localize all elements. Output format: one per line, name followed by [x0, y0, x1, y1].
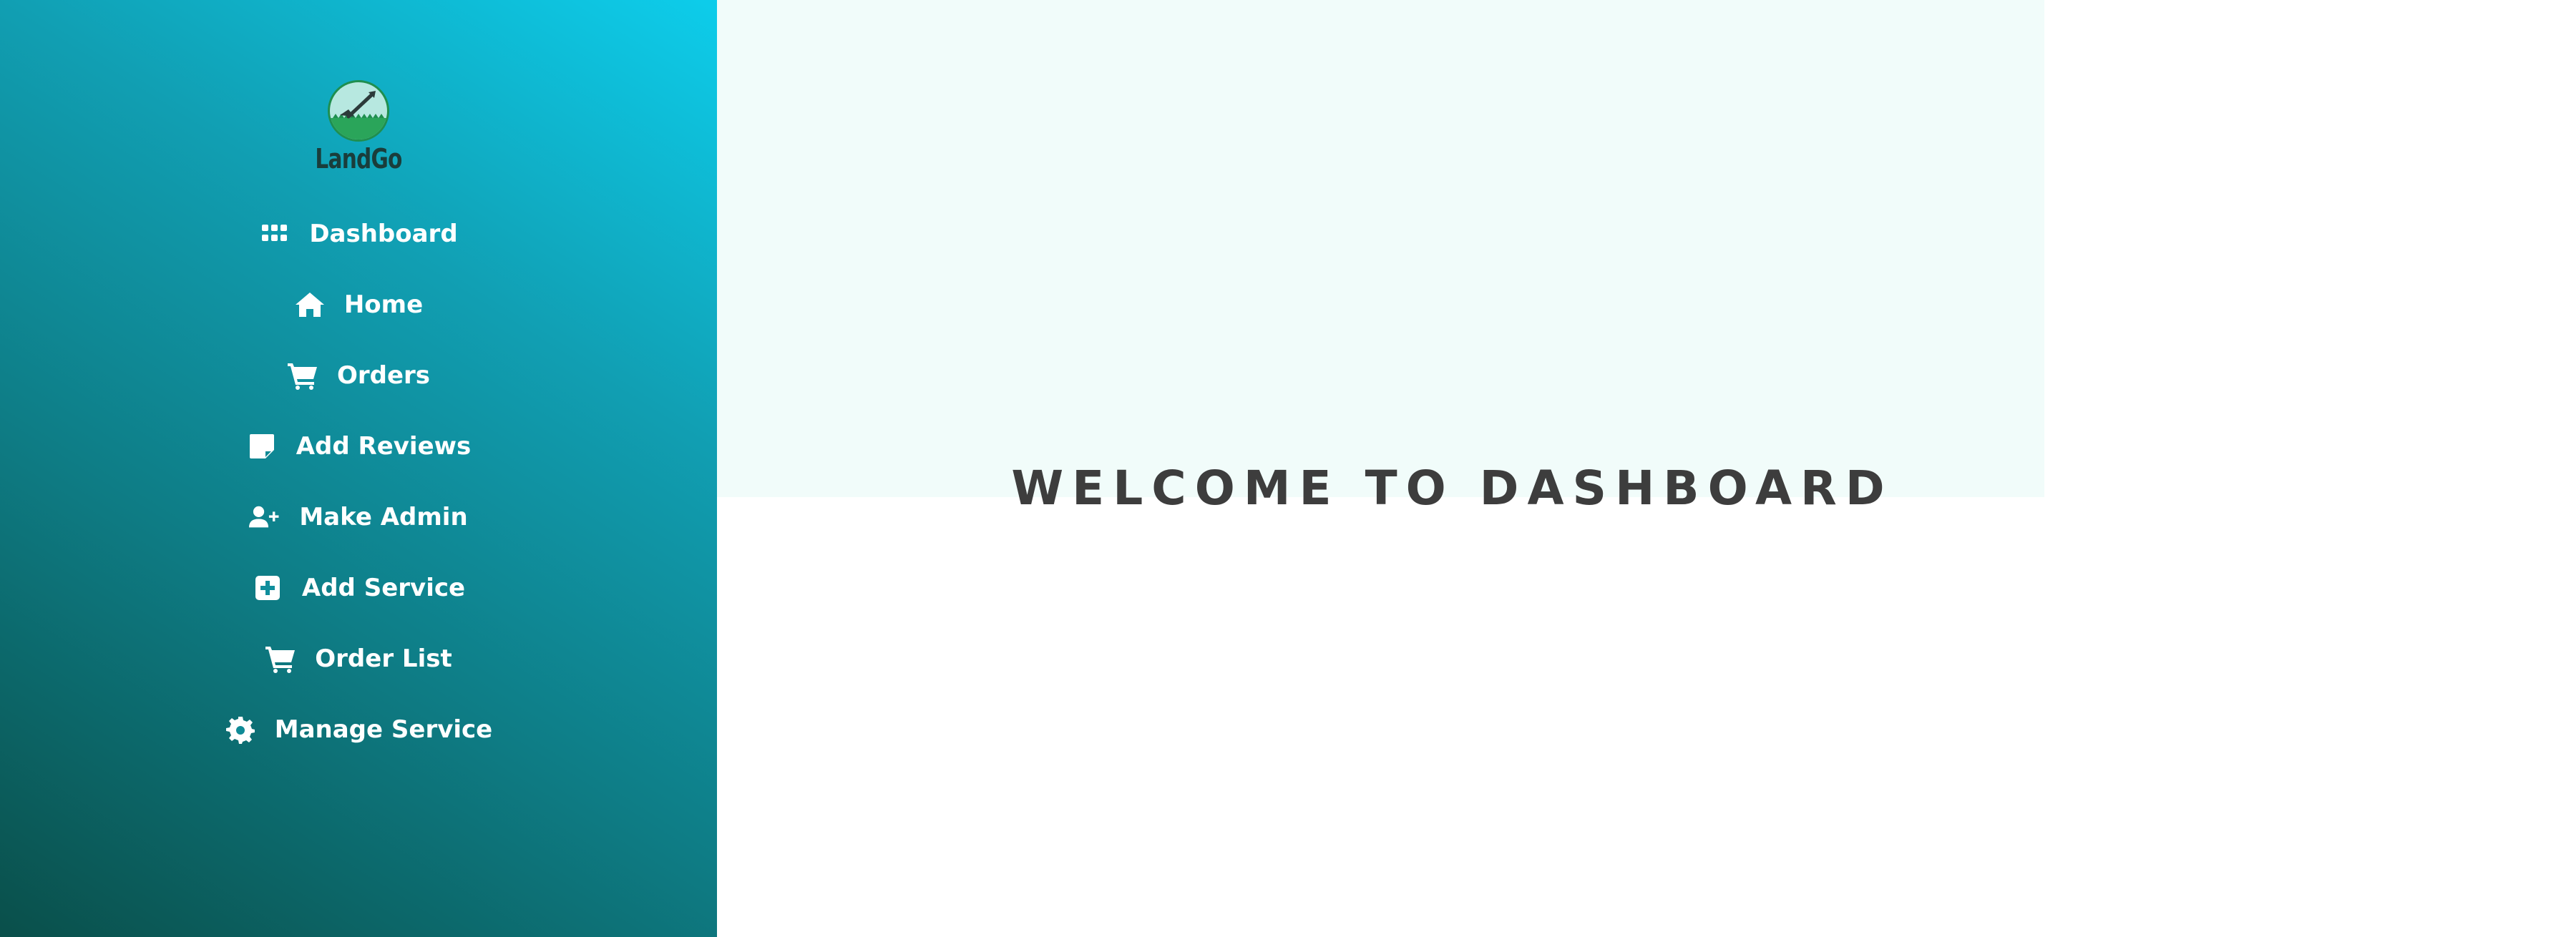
sidebar-item-label: Home: [343, 290, 424, 319]
plus-square-icon: [252, 574, 283, 602]
sidebar-item-label: Order List: [315, 644, 452, 673]
sidebar-item-order-list[interactable]: Order List: [0, 637, 717, 680]
sidebar-item-label: Add Reviews: [296, 432, 472, 461]
sidebar-item-make-admin[interactable]: Make Admin: [0, 496, 717, 539]
user-plus-icon: [249, 503, 280, 531]
sidebar-item-orders[interactable]: Orders: [0, 354, 717, 397]
sidebar-item-add-service[interactable]: Add Service: [0, 566, 717, 609]
sidebar-item-home[interactable]: Home: [0, 283, 717, 326]
note-icon: [246, 432, 278, 461]
dashboard-page: LandGo Dashboard Home Orders Add Reviews…: [0, 0, 2576, 937]
grid-icon: [259, 220, 291, 248]
sidebar-item-label: Manage Service: [274, 715, 493, 744]
welcome-banner: WELCOME TO DASHBOARD: [717, 0, 2044, 516]
brand-name: LandGo: [315, 143, 402, 175]
sidebar-item-dashboard[interactable]: Dashboard: [0, 212, 717, 255]
sidebar-item-label: Dashboard: [309, 220, 458, 248]
sidebar-item-add-reviews[interactable]: Add Reviews: [0, 425, 717, 468]
gear-icon: [225, 715, 256, 744]
sidebar-item-label: Add Service: [301, 574, 466, 602]
home-icon: [294, 290, 326, 319]
sidebar-item-label: Orders: [336, 361, 431, 390]
shovel-in-grass-icon: [328, 80, 389, 142]
cart-icon: [265, 644, 296, 673]
sidebar-item-manage-service[interactable]: Manage Service: [0, 708, 717, 751]
brand-logo[interactable]: LandGo: [0, 77, 717, 185]
page-title: WELCOME TO DASHBOARD: [1011, 461, 1893, 516]
sidebar: LandGo Dashboard Home Orders Add Reviews…: [0, 0, 717, 937]
sidebar-item-label: Make Admin: [299, 503, 468, 531]
cart-icon: [287, 361, 318, 390]
